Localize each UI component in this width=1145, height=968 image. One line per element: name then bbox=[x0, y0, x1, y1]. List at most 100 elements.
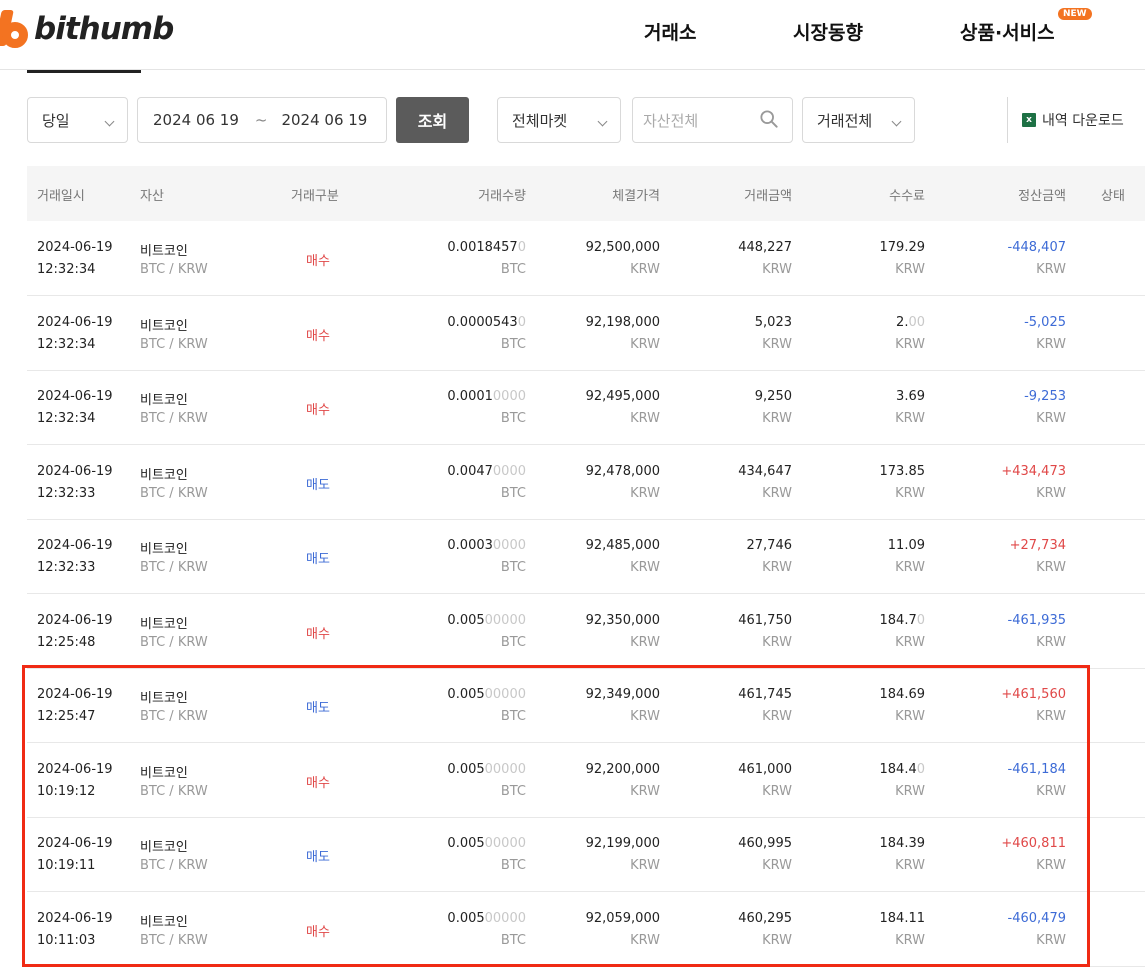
quantity-cell: 0.00500000 bbox=[447, 762, 526, 777]
amount-unit: KRW bbox=[762, 411, 792, 426]
col-status: 상태 bbox=[1101, 189, 1125, 204]
fee-trailing-zeros: 0 bbox=[916, 761, 925, 777]
bithumb-logo-icon bbox=[0, 10, 30, 48]
settlement-unit: KRW bbox=[1036, 634, 1066, 650]
price-unit: KRW bbox=[630, 932, 660, 948]
asset-name: 비트코인 bbox=[140, 691, 188, 706]
quantity: 0.0018457 bbox=[447, 240, 518, 255]
trade-time: 12:25:48 bbox=[37, 634, 96, 650]
asset-search-input[interactable]: 자산전체 bbox=[632, 97, 793, 143]
amount-unit: KRW bbox=[762, 709, 792, 724]
fee-cell: 184.40 bbox=[880, 762, 926, 777]
fee-unit: KRW bbox=[895, 411, 925, 426]
table-row[interactable]: 2024-06-19 12:25:47 비트코인 BTC / KRW 매도 0.00500… bbox=[27, 669, 1145, 743]
fee: 11.09 bbox=[887, 538, 925, 553]
asset-name: 비트코인 bbox=[140, 244, 188, 259]
table-row[interactable]: 2024-06-19 12:32:33 비트코인 BTC / KRW 매도 0.00470… bbox=[27, 446, 1145, 520]
amount-unit: KRW bbox=[762, 932, 792, 948]
trade-date: 2024-06-19 bbox=[37, 389, 113, 404]
fee-cell: 2.00 bbox=[896, 315, 925, 330]
quantity: 0.005 bbox=[447, 687, 485, 702]
trade-type: 매도 bbox=[306, 477, 330, 493]
table-row[interactable]: 2024-06-19 12:32:34 비트코인 BTC / KRW 매수 0.00184… bbox=[27, 222, 1145, 296]
amount-unit: KRW bbox=[762, 485, 792, 501]
asset-name: 비트코인 bbox=[140, 467, 188, 483]
market-select[interactable]: 전체마켓 bbox=[497, 97, 621, 143]
price-unit: KRW bbox=[630, 560, 660, 575]
date-to[interactable]: 2024 06 19 bbox=[281, 111, 367, 129]
trade-type: 매수 bbox=[306, 403, 330, 418]
fee-trailing-zeros: 00 bbox=[908, 314, 925, 330]
table-row[interactable]: 2024-06-19 12:32:34 비트코인 BTC / KRW 매수 0.00005… bbox=[27, 297, 1145, 371]
amount-unit: KRW bbox=[762, 560, 792, 575]
fee: 2. bbox=[896, 314, 909, 330]
nav-products-services[interactable]: 상품·서비스 bbox=[960, 18, 1055, 45]
new-badge: NEW bbox=[1058, 8, 1092, 20]
price: 92,200,000 bbox=[585, 761, 660, 777]
trade-type: 매수 bbox=[306, 254, 330, 269]
settlement-amount: -461,935 bbox=[1007, 612, 1066, 628]
trade-time: 10:19:12 bbox=[37, 783, 96, 799]
fee: 184.39 bbox=[879, 836, 926, 851]
fee-cell: 184.70 bbox=[880, 613, 926, 628]
amount-unit: KRW bbox=[762, 336, 792, 352]
fee-unit: KRW bbox=[895, 932, 925, 948]
chevron-down-icon bbox=[891, 116, 902, 127]
fee-unit: KRW bbox=[895, 336, 925, 352]
fee-cell: 184.39 bbox=[880, 836, 926, 851]
quantity: 0.0000543 bbox=[447, 314, 518, 330]
download-history-button[interactable]: x 내역 다운로드 bbox=[1007, 97, 1145, 143]
date-range-picker[interactable]: 2024 06 19 ~ 2024 06 19 bbox=[137, 97, 387, 143]
price: 92,478,000 bbox=[585, 463, 660, 479]
query-button[interactable]: 조회 bbox=[396, 97, 469, 143]
amount-unit: KRW bbox=[762, 783, 792, 799]
trade-date: 2024-06-19 bbox=[37, 910, 113, 926]
quantity-unit: BTC bbox=[500, 709, 526, 724]
table-row[interactable]: 2024-06-19 10:19:12 비트코인 BTC / KRW 매수 0.00500… bbox=[27, 744, 1145, 818]
settlement-amount: -461,184 bbox=[1007, 761, 1066, 777]
quantity-unit: BTC bbox=[500, 485, 526, 501]
bithumb-logo[interactable]: bithumb bbox=[0, 10, 174, 48]
logo-text: bithumb bbox=[34, 11, 174, 47]
quantity-trailing-zeros: 0 bbox=[517, 240, 526, 255]
table-row[interactable]: 2024-06-19 12:32:34 비트코인 BTC / KRW 매수 0.00010… bbox=[27, 371, 1145, 445]
col-amount: 거래금액 bbox=[744, 189, 792, 204]
nav-exchange[interactable]: 거래소 bbox=[644, 18, 696, 45]
col-settlement: 정산금액 bbox=[1018, 189, 1066, 204]
date-separator: ~ bbox=[254, 111, 268, 129]
settlement-amount: -460,479 bbox=[1007, 910, 1066, 926]
date-from[interactable]: 2024 06 19 bbox=[153, 111, 239, 129]
fee: 184.69 bbox=[879, 687, 926, 702]
fee-unit: KRW bbox=[895, 560, 925, 575]
price-unit: KRW bbox=[630, 783, 660, 799]
table-row[interactable]: 2024-06-19 10:19:11 비트코인 BTC / KRW 매도 0.00500… bbox=[27, 818, 1145, 892]
trade-type: 매수 bbox=[306, 626, 330, 642]
amount: 461,000 bbox=[738, 761, 792, 777]
period-value: 당일 bbox=[42, 111, 70, 130]
asset-pair: BTC / KRW bbox=[140, 411, 208, 426]
quantity-trailing-zeros: 00000 bbox=[484, 836, 526, 851]
price: 92,485,000 bbox=[585, 538, 660, 553]
quantity-unit: BTC bbox=[500, 634, 526, 650]
period-select[interactable]: 당일 bbox=[27, 97, 128, 143]
asset-name: 비트코인 bbox=[140, 393, 188, 408]
amount: 461,745 bbox=[738, 687, 792, 702]
table-row[interactable]: 2024-06-19 12:32:33 비트코인 BTC / KRW 매도 0.00030… bbox=[27, 520, 1145, 594]
trade-type-select[interactable]: 거래전체 bbox=[802, 97, 915, 143]
quantity: 0.005 bbox=[447, 910, 485, 926]
trade-date: 2024-06-19 bbox=[37, 463, 113, 479]
asset-pair: BTC / KRW bbox=[140, 262, 208, 277]
table-row[interactable]: 2024-06-19 10:11:03 비트코인 BTC / KRW 매수 0.00500… bbox=[27, 893, 1145, 967]
trade-time: 12:32:34 bbox=[37, 262, 96, 277]
trade-date: 2024-06-19 bbox=[37, 687, 113, 702]
asset-pair: BTC / KRW bbox=[140, 709, 208, 724]
price: 92,500,000 bbox=[585, 240, 660, 255]
download-label: 내역 다운로드 bbox=[1042, 113, 1124, 129]
table-row[interactable]: 2024-06-19 12:25:48 비트코인 BTC / KRW 매수 0.00500… bbox=[27, 595, 1145, 669]
quantity-unit: BTC bbox=[500, 411, 526, 426]
fee-trailing-zeros: 0 bbox=[916, 612, 925, 628]
search-icon[interactable] bbox=[760, 110, 778, 128]
trade-type-value: 거래전체 bbox=[817, 111, 873, 130]
col-quantity: 거래수량 bbox=[478, 189, 526, 204]
nav-market-trends[interactable]: 시장동향 bbox=[793, 18, 863, 45]
